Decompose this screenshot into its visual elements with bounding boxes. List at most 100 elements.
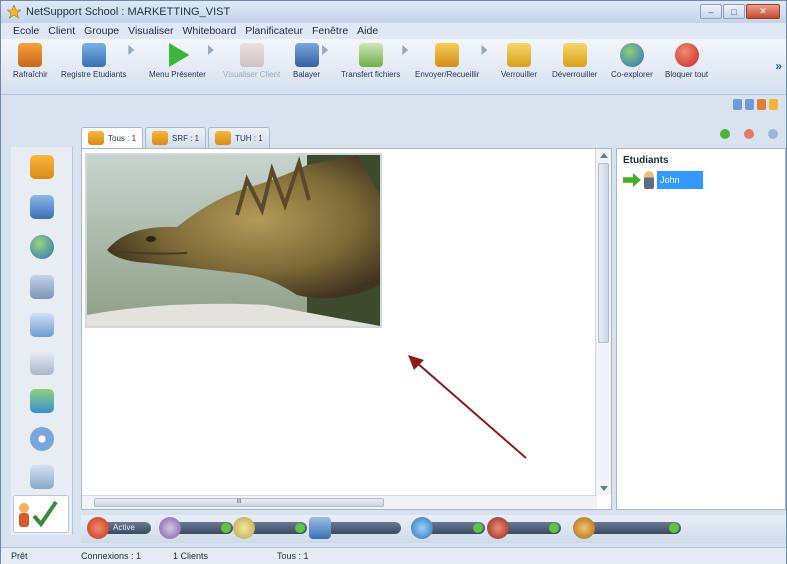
arrow-right-icon bbox=[623, 173, 641, 187]
tab-tuh[interactable]: TUH : 1 bbox=[208, 127, 270, 148]
thumbnail-view: III bbox=[81, 148, 612, 510]
scroll-up-icon[interactable] bbox=[600, 153, 608, 158]
sidebar-media-icon[interactable] bbox=[30, 427, 54, 451]
menu-planificateur[interactable]: Planificateur bbox=[245, 25, 303, 37]
vertical-scroll-thumb[interactable] bbox=[598, 163, 609, 343]
status-all: Tous : 1 bbox=[277, 551, 309, 561]
lock-icon bbox=[507, 43, 531, 67]
sidebar-cube-icon[interactable] bbox=[30, 351, 54, 375]
printer-toggle[interactable] bbox=[487, 517, 561, 539]
dropdown-arrow-icon[interactable] bbox=[207, 45, 214, 55]
media-toggle[interactable] bbox=[573, 517, 681, 539]
sidebar-internet-icon[interactable] bbox=[30, 235, 54, 259]
menu-visualiser[interactable]: Visualiser bbox=[128, 25, 173, 37]
co-browse-button[interactable]: Co-explorer bbox=[611, 43, 653, 79]
active-status-icon bbox=[87, 517, 109, 539]
detail-view-icon[interactable] bbox=[745, 99, 754, 110]
globe-icon bbox=[411, 517, 433, 539]
printer-icon bbox=[487, 517, 509, 539]
student-check-icon bbox=[19, 500, 58, 528]
horizontal-scroll-thumb[interactable]: III bbox=[94, 498, 384, 507]
view-client-icon bbox=[239, 43, 264, 67]
menu-aide[interactable]: Aide bbox=[357, 25, 378, 37]
enabled-indicator-icon bbox=[549, 523, 559, 533]
student-register-button[interactable]: Registre Etudiants bbox=[61, 43, 135, 79]
active-toggle[interactable]: Active bbox=[87, 517, 151, 539]
tab-srf[interactable]: SRF : 1 bbox=[145, 127, 207, 148]
status-connections: Connexions : 1 bbox=[81, 551, 142, 561]
group-tabs: Tous : 1 SRF : 1 TUH : 1 bbox=[81, 127, 270, 148]
enabled-indicator-icon bbox=[221, 523, 231, 533]
menu-whiteboard[interactable]: Whiteboard bbox=[182, 25, 236, 37]
refresh-button[interactable]: Rafraîchir bbox=[13, 43, 48, 79]
maximize-button[interactable]: □ bbox=[723, 4, 745, 19]
sidebar-network-icon[interactable] bbox=[30, 195, 54, 219]
enabled-indicator-icon bbox=[473, 523, 483, 533]
dropdown-arrow-icon[interactable] bbox=[481, 45, 488, 55]
student-register-icon bbox=[81, 43, 106, 67]
client-screen-thumbnail[interactable] bbox=[85, 153, 382, 328]
sidebar-printer-icon[interactable] bbox=[30, 465, 54, 489]
view-client-button: Visualiser Client bbox=[223, 43, 280, 79]
co-browse-icon bbox=[619, 43, 644, 67]
horizontal-scrollbar[interactable]: III bbox=[82, 495, 597, 509]
group-icon bbox=[88, 131, 104, 145]
block-all-button[interactable]: Bloquer tout bbox=[665, 43, 708, 79]
scroll-down-icon[interactable] bbox=[600, 486, 608, 491]
minimize-button[interactable]: – bbox=[700, 4, 722, 19]
view-mode-switcher bbox=[733, 99, 778, 110]
client-status-strip: Active bbox=[81, 515, 786, 543]
disk-icon bbox=[309, 517, 331, 539]
menu-fenetre[interactable]: Fenêtre bbox=[312, 25, 348, 37]
sidebar-groups-icon[interactable] bbox=[30, 389, 54, 413]
window-title: NetSupport School : MARKETTING_VIST bbox=[26, 6, 231, 18]
web-icon bbox=[233, 517, 255, 539]
web-toggle[interactable] bbox=[233, 517, 307, 539]
close-button[interactable]: ✕ bbox=[746, 4, 780, 19]
menu-client[interactable]: Client bbox=[48, 25, 75, 37]
dropdown-arrow-icon[interactable] bbox=[322, 45, 329, 55]
audio-toggle[interactable] bbox=[159, 517, 233, 539]
file-transfer-button[interactable]: Transfert fichiers bbox=[341, 43, 409, 79]
settings-icon[interactable] bbox=[768, 129, 778, 139]
student-name: John bbox=[657, 171, 703, 189]
title-bar: NetSupport School : MARKETTING_VIST – □ … bbox=[1, 1, 786, 23]
sidebar-selected-item[interactable] bbox=[13, 495, 69, 533]
add-icon[interactable] bbox=[720, 129, 730, 139]
send-collect-button[interactable]: Envoyer/Recueillir bbox=[415, 43, 488, 79]
sidebar-tests-icon[interactable] bbox=[30, 313, 54, 337]
scan-button[interactable]: Balayer bbox=[293, 43, 329, 79]
enabled-indicator-icon bbox=[669, 523, 679, 533]
scan-icon bbox=[294, 43, 319, 67]
sidebar-clients-icon[interactable] bbox=[30, 155, 54, 179]
tab-tous[interactable]: Tous : 1 bbox=[81, 127, 144, 148]
sidebar bbox=[11, 147, 73, 535]
lock-button[interactable]: Verrouiller bbox=[501, 43, 537, 79]
app-window: NetSupport School : MARKETTING_VIST – □ … bbox=[0, 0, 787, 564]
menu-groupe[interactable]: Groupe bbox=[84, 25, 119, 37]
audio-icon bbox=[159, 517, 181, 539]
netsupport-star-icon bbox=[7, 5, 21, 19]
student-row[interactable]: John bbox=[623, 171, 703, 189]
annotation-arrow bbox=[408, 355, 527, 459]
remove-icon[interactable] bbox=[744, 129, 754, 139]
large-view-icon[interactable] bbox=[769, 99, 778, 110]
vertical-scrollbar[interactable] bbox=[595, 149, 611, 495]
enabled-indicator-icon bbox=[295, 523, 305, 533]
toolbar-overflow-chevron-icon[interactable]: » bbox=[775, 59, 782, 73]
present-menu-button[interactable]: Menu Présenter bbox=[149, 43, 214, 79]
thumbnail-view-icon[interactable] bbox=[757, 99, 766, 110]
unlock-button[interactable]: Déverrouiller bbox=[552, 43, 597, 79]
group-icon bbox=[152, 131, 169, 145]
sidebar-applications-icon[interactable] bbox=[30, 275, 54, 299]
disk-toggle[interactable] bbox=[309, 517, 401, 539]
menu-ecole[interactable]: Ecole bbox=[13, 25, 39, 37]
globe-toggle[interactable] bbox=[411, 517, 485, 539]
dropdown-arrow-icon[interactable] bbox=[402, 45, 409, 55]
student-icon bbox=[644, 171, 654, 189]
present-icon bbox=[169, 43, 190, 67]
dropdown-arrow-icon[interactable] bbox=[128, 45, 135, 55]
unlock-icon bbox=[562, 43, 587, 67]
list-view-icon[interactable] bbox=[733, 99, 742, 110]
students-header: Etudiants bbox=[623, 155, 669, 166]
